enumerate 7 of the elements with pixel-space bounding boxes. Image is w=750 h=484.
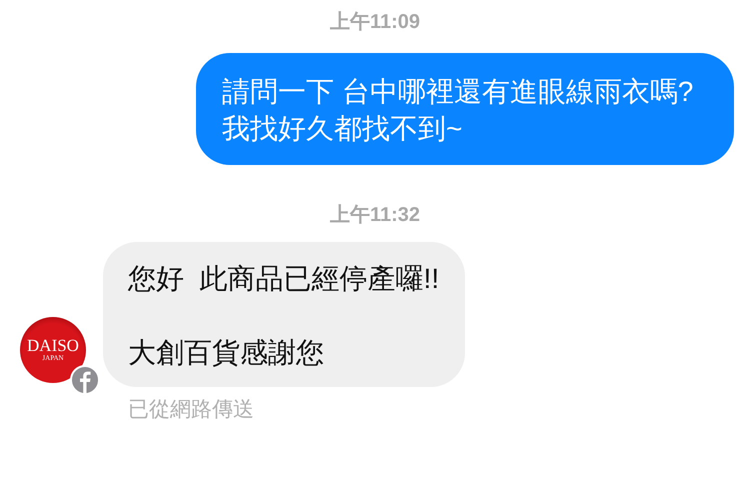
- logo-text: DAISO: [27, 337, 79, 354]
- received-message-bubble: 您好 此商品已經停產囉!! 大創百貨感謝您: [103, 242, 466, 387]
- sent-message-bubble: 請問一下 台中哪裡還有進眼線雨衣嗎? 我找好久都找不到~: [196, 53, 734, 165]
- delivery-note: 已從網路傳送: [128, 398, 254, 421]
- timestamp: 上午11:09: [330, 10, 420, 35]
- timestamp: 上午11:32: [330, 203, 420, 228]
- facebook-badge-icon: [70, 365, 100, 395]
